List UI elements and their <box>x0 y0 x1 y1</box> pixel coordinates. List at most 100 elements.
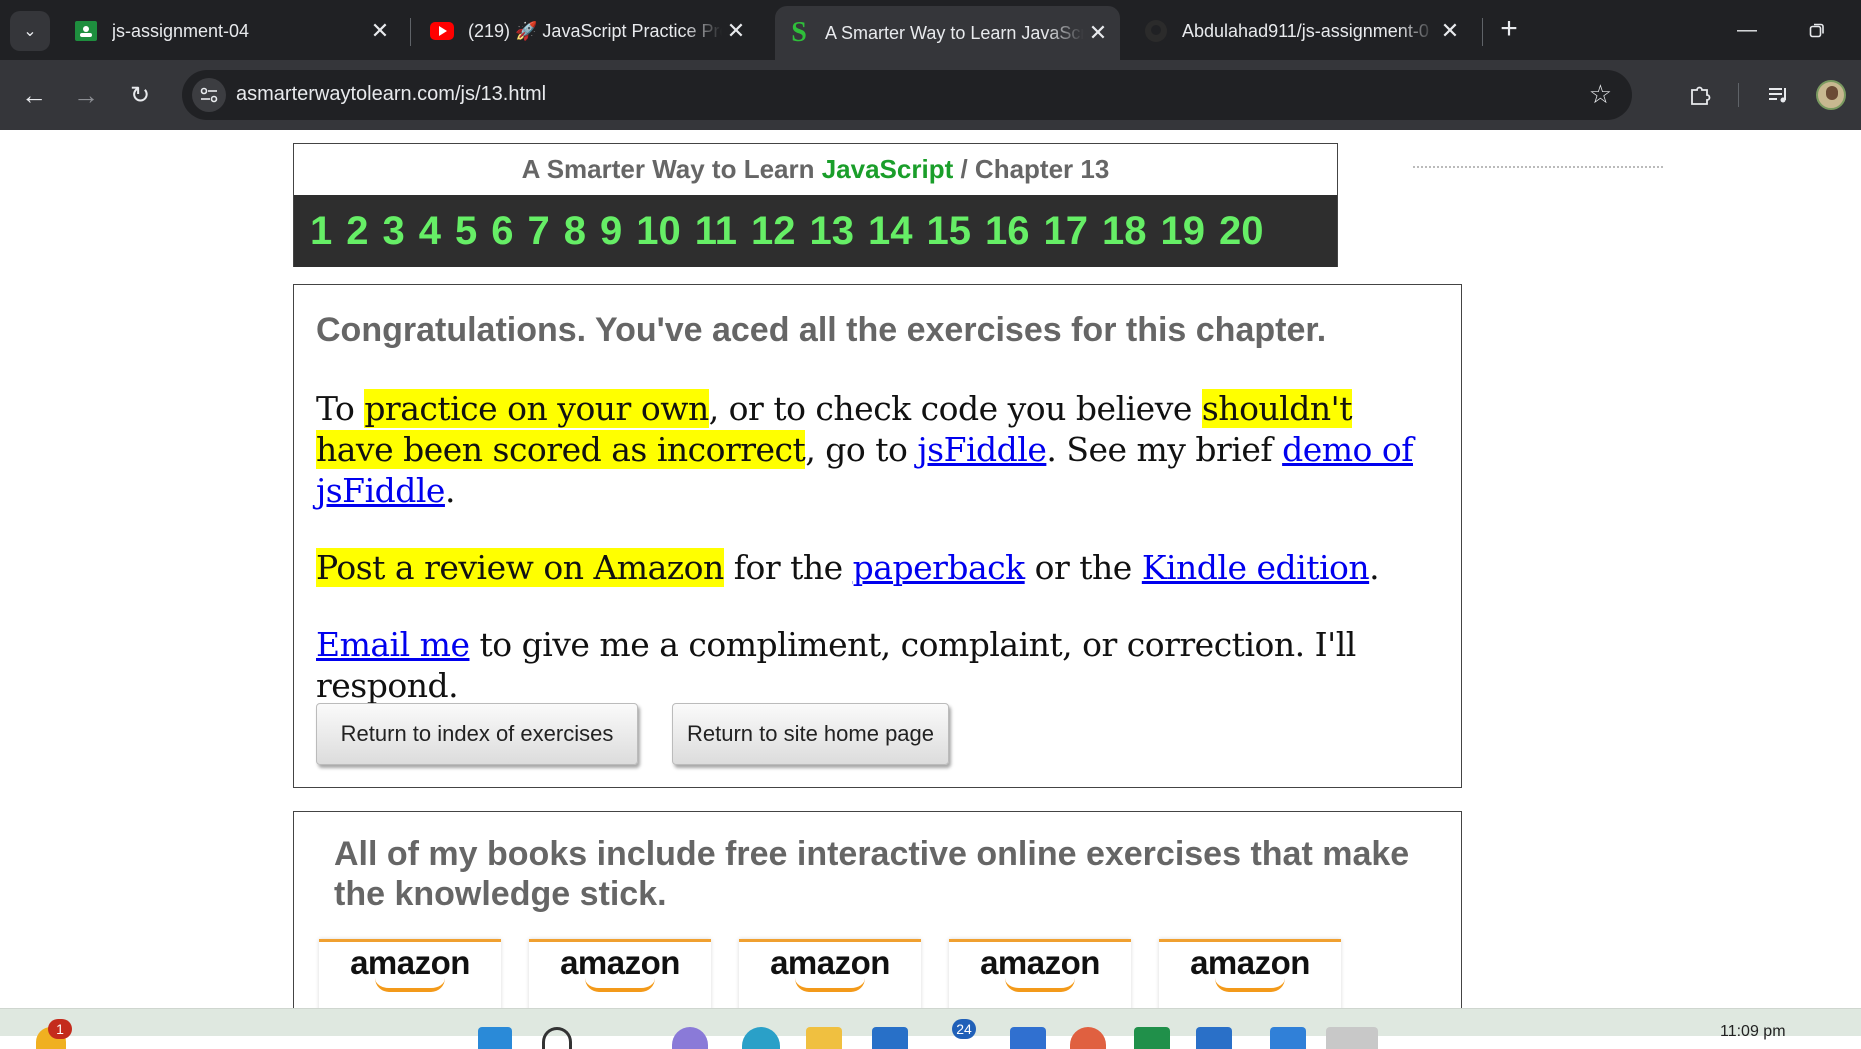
tab-title: js-assignment-04 <box>112 20 250 41</box>
reload-icon: ↻ <box>129 81 151 109</box>
chapter-link-13[interactable]: 13 <box>810 209 855 254</box>
copilot-icon[interactable] <box>672 1027 708 1049</box>
tab-search-button[interactable]: ⌄ <box>10 11 50 51</box>
book-title-suffix: / Chapter 13 <box>953 154 1110 184</box>
amazon-book-link[interactable]: amazon <box>1159 939 1341 1008</box>
amazon-logo-text: amazon <box>350 944 470 981</box>
congrats-panel: Congratulations. You've aced all the exe… <box>293 284 1462 788</box>
chapter-link-2[interactable]: 2 <box>346 209 368 254</box>
chevron-down-icon: ⌄ <box>23 23 37 40</box>
media-controls-button[interactable] <box>1760 77 1796 113</box>
new-tab-button[interactable]: + <box>1494 12 1524 45</box>
chapter-link-18[interactable]: 18 <box>1102 209 1147 254</box>
text: , or to check code you believe <box>708 389 1202 428</box>
chapter-link-17[interactable]: 17 <box>1044 209 1089 254</box>
chapter-header: A Smarter Way to Learn JavaScript / Chap… <box>293 143 1338 267</box>
minimize-button[interactable]: — <box>1722 12 1772 48</box>
forward-button[interactable]: → <box>68 77 104 113</box>
search-icon[interactable] <box>542 1027 572 1049</box>
practice-paragraph: To practice on your own, or to check cod… <box>316 388 1439 511</box>
amazon-book-link[interactable]: amazon <box>739 939 921 1008</box>
close-icon[interactable]: ✕ <box>1436 17 1464 45</box>
chapter-link-1[interactable]: 1 <box>310 209 332 254</box>
amazon-book-link[interactable]: amazon <box>319 939 501 1008</box>
chapter-link-15[interactable]: 15 <box>927 209 972 254</box>
return-index-button[interactable]: Return to index of exercises <box>316 703 638 765</box>
back-button[interactable]: ← <box>16 77 52 113</box>
chapter-link-16[interactable]: 16 <box>985 209 1030 254</box>
profile-avatar[interactable] <box>1816 80 1846 110</box>
github-icon <box>1144 19 1168 43</box>
browser-toolbar: ← → ↻ asmarterwaytolearn.com/js/13.html … <box>0 60 1861 130</box>
file-explorer-icon[interactable] <box>806 1027 842 1049</box>
chapter-link-4[interactable]: 4 <box>419 209 441 254</box>
extensions-button[interactable] <box>1682 77 1718 113</box>
restore-icon <box>1809 23 1824 38</box>
tab-youtube[interactable]: (219) 🚀 JavaScript Practice Pro ✕ <box>418 6 758 56</box>
chapter-link-3[interactable]: 3 <box>383 209 405 254</box>
word-icon[interactable] <box>1010 1027 1046 1049</box>
tab-js-assignment[interactable]: js-assignment-04 ✕ <box>62 6 402 56</box>
close-icon[interactable]: ✕ <box>722 17 750 45</box>
chapter-link-10[interactable]: 10 <box>636 209 681 254</box>
chapter-link-5[interactable]: 5 <box>455 209 477 254</box>
url-text[interactable]: asmarterwaytolearn.com/js/13.html <box>236 83 546 106</box>
text: . <box>444 471 456 510</box>
highlight-text: practice on your own <box>364 389 709 428</box>
chapter-link-9[interactable]: 9 <box>600 209 622 254</box>
book-title-js: JavaScript <box>821 154 954 184</box>
chapter-link-8[interactable]: 8 <box>564 209 586 254</box>
paperback-link[interactable]: paperback <box>853 548 1026 587</box>
chapter-link-6[interactable]: 6 <box>491 209 513 254</box>
taskbar-clock[interactable]: 11:09 pm <box>1720 1023 1786 1041</box>
dotted-divider <box>1413 166 1663 168</box>
chapter-link-7[interactable]: 7 <box>528 209 550 254</box>
amazon-book-link[interactable]: amazon <box>529 939 711 1008</box>
chrome-icon[interactable] <box>1326 1027 1378 1049</box>
tab-title: (219) 🚀 JavaScript Practice Pro <box>468 20 722 41</box>
text: or the <box>1024 548 1142 587</box>
chapter-link-20[interactable]: 20 <box>1219 209 1264 254</box>
chapter-link-12[interactable]: 12 <box>751 209 796 254</box>
amazon-book-link[interactable]: amazon <box>949 939 1131 1008</box>
arrow-left-icon: ← <box>21 79 47 110</box>
chapter-link-14[interactable]: 14 <box>868 209 913 254</box>
address-bar[interactable]: asmarterwaytolearn.com/js/13.html ☆ <box>182 70 1632 120</box>
chapter-link-11[interactable]: 11 <box>695 209 737 254</box>
close-icon[interactable]: ✕ <box>366 17 394 45</box>
text: To <box>316 389 365 428</box>
amazon-logo-text: amazon <box>770 944 890 981</box>
return-home-button[interactable]: Return to site home page <box>672 703 949 765</box>
outlook-icon[interactable] <box>1196 1027 1232 1049</box>
tab-divider <box>1482 18 1483 46</box>
edge-icon[interactable] <box>742 1027 780 1049</box>
email-link[interactable]: Email me <box>316 625 470 664</box>
jsfiddle-link[interactable]: jsFiddle <box>917 430 1046 469</box>
notification-badge: 1 <box>48 1019 72 1039</box>
excel-icon[interactable] <box>1134 1027 1170 1049</box>
reload-button[interactable]: ↻ <box>122 77 158 113</box>
mail-icon[interactable] <box>872 1027 908 1049</box>
tab-smarter-way[interactable]: S A Smarter Way to Learn JavaScr ✕ <box>775 6 1120 60</box>
notification-badge: 24 <box>952 1019 976 1039</box>
books-panel: All of my books include free interactive… <box>293 811 1462 1008</box>
close-icon[interactable]: ✕ <box>1084 19 1112 47</box>
start-icon[interactable] <box>478 1027 512 1049</box>
kindle-link[interactable]: Kindle edition <box>1142 548 1370 587</box>
amazon-logo-text: amazon <box>1190 944 1310 981</box>
site-info-button[interactable] <box>192 78 226 112</box>
powerpoint-icon[interactable] <box>1070 1027 1106 1049</box>
calendar-icon[interactable] <box>1270 1027 1306 1049</box>
plus-icon: + <box>1500 12 1518 45</box>
puzzle-icon <box>1691 86 1711 105</box>
google-classroom-icon <box>74 19 98 43</box>
chapter-link-19[interactable]: 19 <box>1161 209 1206 254</box>
tab-github[interactable]: Abdulahad911/js-assignment-0 ✕ <box>1132 6 1472 56</box>
page-content: A Smarter Way to Learn JavaScript / Chap… <box>0 130 1861 1008</box>
restore-button[interactable] <box>1792 12 1842 48</box>
minimize-icon: — <box>1737 18 1757 41</box>
smarter-way-icon: S <box>791 17 807 48</box>
youtube-icon <box>430 19 454 43</box>
highlight-text: Post a review on Amazon <box>316 548 724 587</box>
bookmark-star-icon[interactable]: ☆ <box>1589 79 1612 110</box>
